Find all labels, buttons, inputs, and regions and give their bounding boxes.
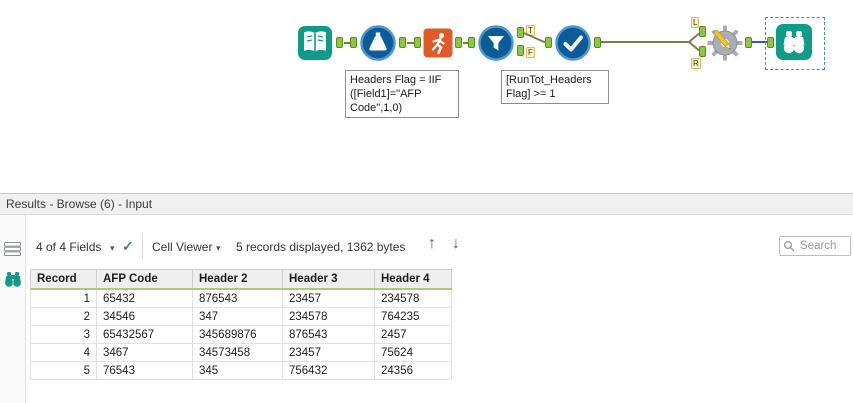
select-icon <box>555 25 591 61</box>
cell[interactable]: 23457 <box>282 343 375 362</box>
cell[interactable]: 65432 <box>96 288 193 308</box>
connection-wire[interactable] <box>601 41 690 43</box>
browse-tool[interactable] <box>775 23 813 66</box>
output-anchor[interactable] <box>594 37 601 48</box>
scroll-up-arrow-icon[interactable]: ↑ <box>428 235 436 253</box>
input-data-tool[interactable] <box>297 25 333 66</box>
workflow-canvas[interactable]: T F L R Headers Flag = IIF ([Field1]="AF… <box>0 0 853 193</box>
cell[interactable]: 76543 <box>96 361 193 380</box>
column-header-record[interactable]: Record <box>30 269 97 290</box>
right-input-anchor[interactable] <box>699 46 706 57</box>
output-anchor[interactable] <box>745 37 752 48</box>
records-info: 5 records displayed, 1362 bytes <box>236 240 406 254</box>
column-header-3[interactable]: Header 3 <box>282 269 375 290</box>
formula-icon <box>360 25 396 61</box>
connection-wire[interactable] <box>407 42 414 44</box>
cell[interactable]: 756432 <box>282 361 375 380</box>
table-header-row: Record AFP Code Header 2 Header 3 Header… <box>30 269 452 290</box>
cell[interactable]: 3467 <box>96 343 193 362</box>
browse-binoculars-icon <box>776 24 812 60</box>
table-row: 2 34546 347 234578 764235 <box>30 307 452 326</box>
cell[interactable]: 345689876 <box>192 325 283 344</box>
search-input[interactable] <box>798 239 850 253</box>
input-anchor[interactable] <box>545 37 552 48</box>
running-total-tool[interactable] <box>423 28 453 63</box>
cell[interactable]: 75624 <box>374 343 452 362</box>
formula-tool[interactable] <box>359 24 397 67</box>
grid-view-icon[interactable] <box>4 242 22 261</box>
cell-record[interactable]: 3 <box>30 325 97 344</box>
cell-record[interactable]: 4 <box>30 343 97 362</box>
input-anchor[interactable] <box>350 37 357 48</box>
macro-tool[interactable] <box>707 25 743 66</box>
filter-tool[interactable] <box>477 24 515 67</box>
dropdown-caret-icon[interactable]: ▾ <box>110 243 115 254</box>
search-icon <box>783 240 795 252</box>
results-panel-title[interactable]: Results - Browse (6) - Input <box>0 193 853 215</box>
macro-gear-icon <box>707 25 743 61</box>
table-row: 4 3467 34573458 23457 75624 <box>30 343 452 362</box>
cell-record[interactable]: 1 <box>30 288 97 308</box>
select-tool[interactable] <box>554 24 592 67</box>
fields-dropdown[interactable]: 4 of 4 Fields <box>36 240 101 254</box>
input-anchor[interactable] <box>468 37 475 48</box>
output-anchor[interactable] <box>455 37 462 48</box>
browse-view-binoculars-icon[interactable] <box>3 270 23 293</box>
anchor-label-false: F <box>526 47 535 58</box>
results-left-strip <box>0 215 26 403</box>
table-row: 5 76543 345 756432 24356 <box>30 361 452 380</box>
toolbar-separator <box>142 233 143 259</box>
cell[interactable]: 876543 <box>282 325 375 344</box>
output-anchor[interactable] <box>336 37 343 48</box>
cell[interactable]: 65432567 <box>96 325 193 344</box>
apply-check-icon[interactable]: ✓ <box>122 238 134 255</box>
column-header-afp-code[interactable]: AFP Code <box>96 269 193 290</box>
filter-icon <box>478 25 514 61</box>
cell[interactable]: 2457 <box>374 325 452 344</box>
cell[interactable]: 24356 <box>374 361 452 380</box>
input-data-icon <box>298 26 332 60</box>
column-header-4[interactable]: Header 4 <box>374 269 452 290</box>
cell-record[interactable]: 5 <box>30 361 97 380</box>
cell[interactable]: 34546 <box>96 307 193 326</box>
cell-viewer-dropdown[interactable]: Cell Viewer <box>152 240 212 254</box>
running-total-icon <box>423 28 453 58</box>
cell[interactable]: 347 <box>192 307 283 326</box>
cell[interactable]: 234578 <box>282 307 375 326</box>
connection-wire[interactable] <box>688 41 700 52</box>
table-row: 1 65432 876543 23457 234578 <box>30 288 452 308</box>
formula-annotation[interactable]: Headers Flag = IIF ([Field1]="AFP Code",… <box>345 70 459 119</box>
scroll-down-arrow-icon[interactable]: ↓ <box>452 235 460 253</box>
results-table: Record AFP Code Header 2 Header 3 Header… <box>30 269 452 380</box>
output-anchor[interactable] <box>399 37 406 48</box>
search-box[interactable] <box>779 236 851 256</box>
column-header-2[interactable]: Header 2 <box>192 269 283 290</box>
cell[interactable]: 345 <box>192 361 283 380</box>
cell-record[interactable]: 2 <box>30 307 97 326</box>
table-row: 3 65432567 345689876 876543 2457 <box>30 325 452 344</box>
dropdown-caret-icon[interactable]: ▾ <box>216 243 221 254</box>
input-anchor[interactable] <box>767 37 774 48</box>
false-output-anchor[interactable] <box>517 45 524 56</box>
cell[interactable]: 34573458 <box>192 343 283 362</box>
anchor-label-right: R <box>691 58 701 69</box>
cell[interactable]: 234578 <box>374 288 452 308</box>
left-input-anchor[interactable] <box>699 26 706 37</box>
cell[interactable]: 23457 <box>282 288 375 308</box>
alteryx-window: T F L R Headers Flag = IIF ([Field1]="AF… <box>0 0 853 403</box>
filter-annotation[interactable]: [RunTot_Headers Flag] >= 1 <box>501 70 609 105</box>
input-anchor[interactable] <box>414 37 421 48</box>
cell[interactable]: 876543 <box>192 288 283 308</box>
cell[interactable]: 764235 <box>374 307 452 326</box>
